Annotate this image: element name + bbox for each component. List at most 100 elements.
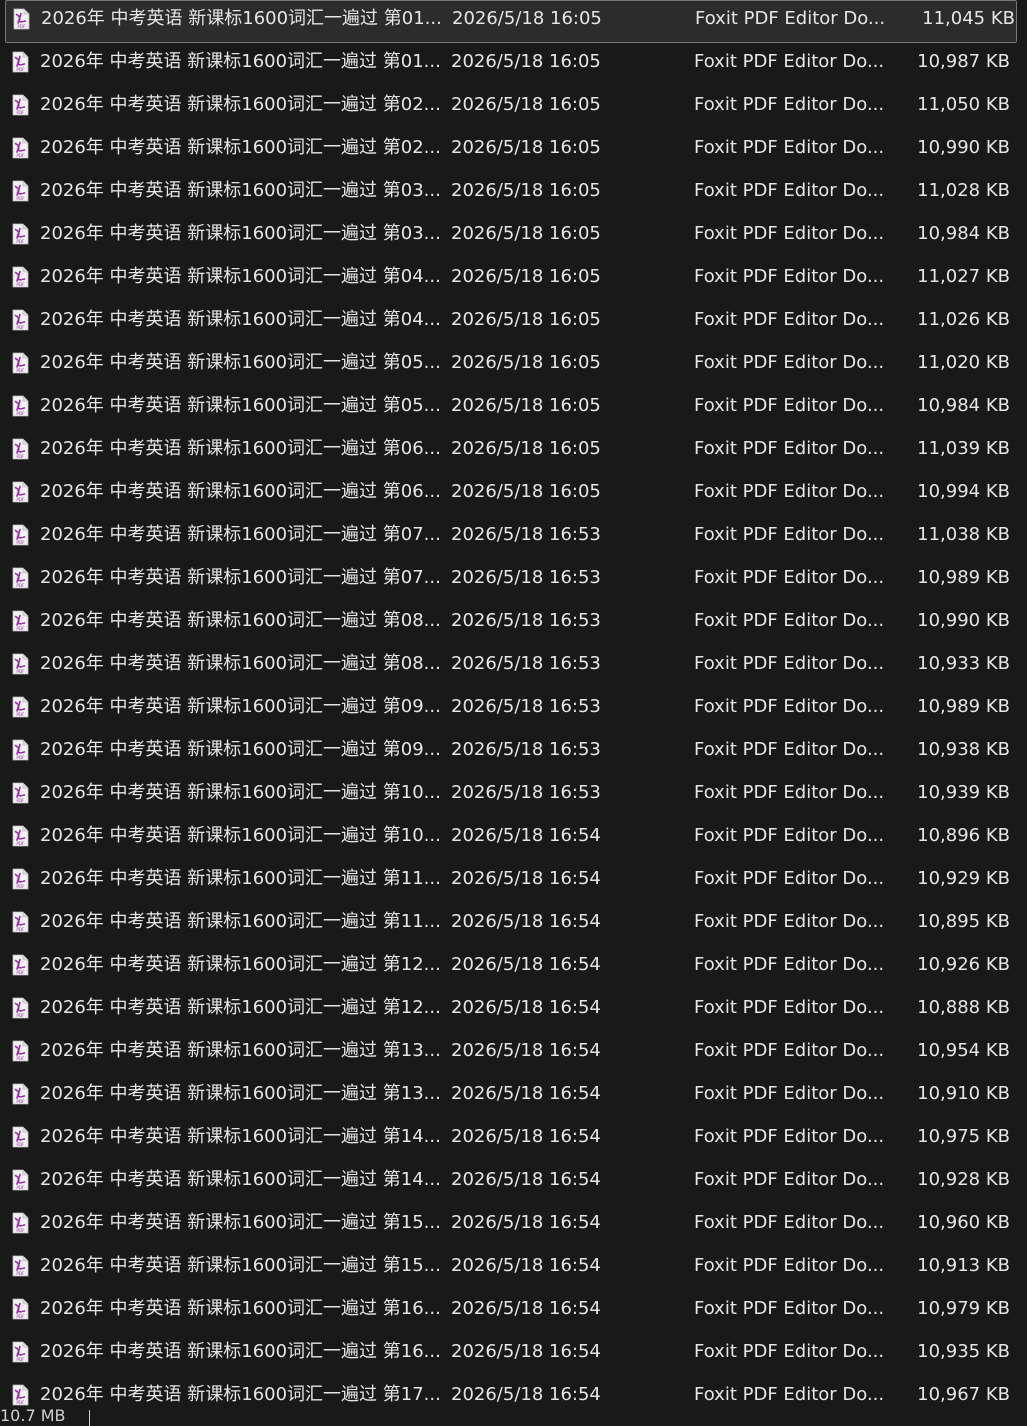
file-row[interactable]: PDF 2026年 中考英语 新课标1600词汇一遍过 第08... 2026/5/…	[0, 602, 1027, 645]
file-date-modified: 2026/5/18 16:05	[452, 8, 602, 29]
file-row[interactable]: PDF 2026年 中考英语 新课标1600词汇一遍过 第07... 2026/5/…	[0, 516, 1027, 559]
pdf-file-icon: PDF	[12, 481, 29, 503]
file-row[interactable]: PDF 2026年 中考英语 新课标1600词汇一遍过 第13... 2026/5/…	[0, 1032, 1027, 1075]
svg-text:PDF: PDF	[16, 282, 25, 287]
file-name: 2026年 中考英语 新课标1600词汇一遍过 第17...	[40, 1384, 440, 1405]
file-size: 10,929 KB	[917, 868, 1010, 889]
file-row[interactable]: PDF 2026年 中考英语 新课标1600词汇一遍过 第04... 2026/5/…	[0, 258, 1027, 301]
file-row[interactable]: PDF 2026年 中考英语 新课标1600词汇一遍过 第05... 2026/5/…	[0, 344, 1027, 387]
svg-text:PDF: PDF	[16, 1400, 25, 1405]
file-name: 2026年 中考英语 新课标1600词汇一遍过 第14...	[40, 1126, 440, 1147]
file-date-modified: 2026/5/18 16:54	[451, 1384, 601, 1405]
file-name: 2026年 中考英语 新课标1600词汇一遍过 第04...	[40, 266, 440, 287]
file-row[interactable]: PDF 2026年 中考英语 新课标1600词汇一遍过 第11... 2026/5/…	[0, 860, 1027, 903]
file-row[interactable]: PDF 2026年 中考英语 新课标1600词汇一遍过 第06... 2026/5/…	[0, 430, 1027, 473]
file-row[interactable]: PDF 2026年 中考英语 新课标1600词汇一遍过 第12... 2026/5/…	[0, 946, 1027, 989]
svg-text:PDF: PDF	[16, 1357, 25, 1362]
file-size: 10,989 KB	[917, 567, 1010, 588]
svg-text:PDF: PDF	[16, 411, 25, 416]
svg-text:PDF: PDF	[16, 368, 25, 373]
file-size: 10,910 KB	[917, 1083, 1010, 1104]
svg-text:PDF: PDF	[16, 1099, 25, 1104]
file-name: 2026年 中考英语 新课标1600词汇一遍过 第15...	[40, 1255, 440, 1276]
file-row[interactable]: PDF 2026年 中考英语 新课标1600词汇一遍过 第03... 2026/5/…	[0, 172, 1027, 215]
file-row[interactable]: PDF 2026年 中考英语 新课标1600词汇一遍过 第05... 2026/5/…	[0, 387, 1027, 430]
pdf-file-icon: PDF	[12, 1083, 29, 1105]
file-list[interactable]: PDF 2026年 中考英语 新课标1600词汇一遍过 第01... 2026/5/…	[0, 0, 1027, 1406]
file-row[interactable]: PDF 2026年 中考英语 新课标1600词汇一遍过 第16... 2026/5/…	[0, 1290, 1027, 1333]
pdf-file-icon: PDF	[12, 1341, 29, 1363]
file-date-modified: 2026/5/18 16:53	[451, 696, 601, 717]
file-row[interactable]: PDF 2026年 中考英语 新课标1600词汇一遍过 第12... 2026/5/…	[0, 989, 1027, 1032]
file-row[interactable]: PDF 2026年 中考英语 新课标1600词汇一遍过 第16... 2026/5/…	[0, 1333, 1027, 1376]
file-name: 2026年 中考英语 新课标1600词汇一遍过 第08...	[40, 610, 440, 631]
svg-text:PDF: PDF	[16, 497, 25, 502]
file-row[interactable]: PDF 2026年 中考英语 新课标1600词汇一遍过 第02... 2026/5/…	[0, 86, 1027, 129]
file-name: 2026年 中考英语 新课标1600词汇一遍过 第11...	[40, 911, 440, 932]
pdf-file-icon: PDF	[12, 868, 29, 890]
svg-text:PDF: PDF	[16, 583, 25, 588]
pdf-file-icon: PDF	[12, 94, 29, 116]
file-date-modified: 2026/5/18 16:53	[451, 739, 601, 760]
pdf-file-icon: PDF	[12, 696, 29, 718]
file-row[interactable]: PDF 2026年 中考英语 新课标1600词汇一遍过 第17... 2026/5/…	[0, 1376, 1027, 1406]
file-name: 2026年 中考英语 新课标1600词汇一遍过 第07...	[40, 567, 440, 588]
svg-text:PDF: PDF	[16, 1228, 25, 1233]
pdf-file-icon: PDF	[12, 610, 29, 632]
file-name: 2026年 中考英语 新课标1600词汇一遍过 第07...	[40, 524, 440, 545]
file-size: 10,895 KB	[917, 911, 1010, 932]
file-size: 10,989 KB	[917, 696, 1010, 717]
file-date-modified: 2026/5/18 16:05	[451, 223, 601, 244]
file-name: 2026年 中考英语 新课标1600词汇一遍过 第01...	[41, 8, 441, 29]
file-name: 2026年 中考英语 新课标1600词汇一遍过 第01...	[40, 51, 440, 72]
file-date-modified: 2026/5/18 16:54	[451, 1040, 601, 1061]
file-row[interactable]: PDF 2026年 中考英语 新课标1600词汇一遍过 第11... 2026/5/…	[0, 903, 1027, 946]
file-date-modified: 2026/5/18 16:05	[451, 309, 601, 330]
svg-text:PDF: PDF	[16, 1271, 25, 1276]
file-row[interactable]: PDF 2026年 中考英语 新课标1600词汇一遍过 第06... 2026/5/…	[0, 473, 1027, 516]
file-explorer-window: PDF 2026年 中考英语 新课标1600词汇一遍过 第01... 2026/5/…	[0, 0, 1027, 1426]
svg-text:PDF: PDF	[16, 841, 25, 846]
pdf-file-icon: PDF	[12, 180, 29, 202]
file-name: 2026年 中考英语 新课标1600词汇一遍过 第09...	[40, 696, 440, 717]
file-date-modified: 2026/5/18 16:54	[451, 868, 601, 889]
file-row[interactable]: PDF 2026年 中考英语 新课标1600词汇一遍过 第07... 2026/5/…	[0, 559, 1027, 602]
file-date-modified: 2026/5/18 16:05	[451, 180, 601, 201]
svg-text:PDF: PDF	[16, 325, 25, 330]
file-row[interactable]: PDF 2026年 中考英语 新课标1600词汇一遍过 第15... 2026/5/…	[0, 1247, 1027, 1290]
file-row[interactable]: PDF 2026年 中考英语 新课标1600词汇一遍过 第15... 2026/5/…	[0, 1204, 1027, 1247]
file-size: 10,896 KB	[917, 825, 1010, 846]
file-row[interactable]: PDF 2026年 中考英语 新课标1600词汇一遍过 第08... 2026/5/…	[0, 645, 1027, 688]
svg-text:PDF: PDF	[16, 540, 25, 545]
file-name: 2026年 中考英语 新课标1600词汇一遍过 第08...	[40, 653, 440, 674]
file-row[interactable]: PDF 2026年 中考英语 新课标1600词汇一遍过 第03... 2026/5/…	[0, 215, 1027, 258]
svg-text:PDF: PDF	[16, 239, 25, 244]
file-size: 10,913 KB	[917, 1255, 1010, 1276]
file-row[interactable]: PDF 2026年 中考英语 新课标1600词汇一遍过 第10... 2026/5/…	[0, 774, 1027, 817]
file-size: 11,028 KB	[917, 180, 1010, 201]
file-row[interactable]: PDF 2026年 中考英语 新课标1600词汇一遍过 第10... 2026/5/…	[0, 817, 1027, 860]
svg-text:PDF: PDF	[16, 755, 25, 760]
file-size: 10,975 KB	[917, 1126, 1010, 1147]
pdf-file-icon: PDF	[12, 997, 29, 1019]
file-date-modified: 2026/5/18 16:54	[451, 1126, 601, 1147]
file-row[interactable]: PDF 2026年 中考英语 新课标1600词汇一遍过 第14... 2026/5/…	[0, 1161, 1027, 1204]
file-row[interactable]: PDF 2026年 中考英语 新课标1600词汇一遍过 第14... 2026/5/…	[0, 1118, 1027, 1161]
file-row[interactable]: PDF 2026年 中考英语 新课标1600词汇一遍过 第04... 2026/5/…	[0, 301, 1027, 344]
file-name: 2026年 中考英语 新课标1600词汇一遍过 第02...	[40, 94, 440, 115]
pdf-file-icon: PDF	[12, 653, 29, 675]
file-name: 2026年 中考英语 新课标1600词汇一遍过 第13...	[40, 1040, 440, 1061]
file-size: 10,990 KB	[917, 610, 1010, 631]
file-row[interactable]: PDF 2026年 中考英语 新课标1600词汇一遍过 第01... 2026/5/…	[5, 0, 1017, 43]
file-row[interactable]: PDF 2026年 中考英语 新课标1600词汇一遍过 第09... 2026/5/…	[0, 688, 1027, 731]
file-name: 2026年 中考英语 新课标1600词汇一遍过 第12...	[40, 997, 440, 1018]
pdf-file-icon: PDF	[12, 137, 29, 159]
file-date-modified: 2026/5/18 16:54	[451, 911, 601, 932]
file-row[interactable]: PDF 2026年 中考英语 新课标1600词汇一遍过 第13... 2026/5/…	[0, 1075, 1027, 1118]
file-row[interactable]: PDF 2026年 中考英语 新课标1600词汇一遍过 第02... 2026/5/…	[0, 129, 1027, 172]
file-date-modified: 2026/5/18 16:05	[451, 266, 601, 287]
file-date-modified: 2026/5/18 16:54	[451, 1341, 601, 1362]
pdf-file-icon: PDF	[12, 223, 29, 245]
file-row[interactable]: PDF 2026年 中考英语 新课标1600词汇一遍过 第09... 2026/5/…	[0, 731, 1027, 774]
file-row[interactable]: PDF 2026年 中考英语 新课标1600词汇一遍过 第01... 2026/5/…	[0, 43, 1027, 86]
